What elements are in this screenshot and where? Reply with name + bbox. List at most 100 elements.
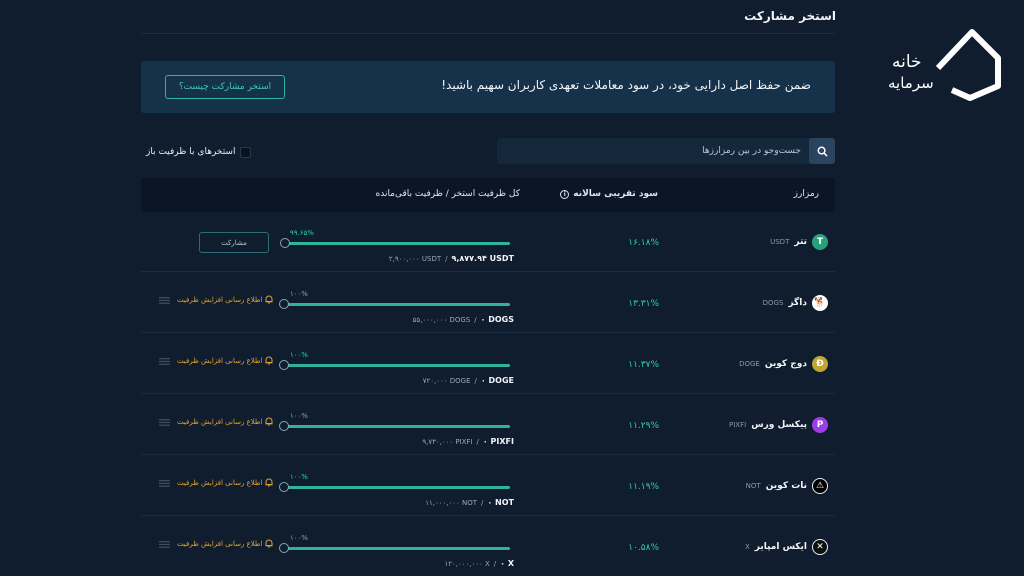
capacity-bar-knob xyxy=(279,543,289,553)
notify-capacity-label: اطلاع رسانی افزایش ظرفیت xyxy=(177,478,263,487)
capacity-percent: ۱۰۰% xyxy=(290,290,308,298)
coin-cell: T تتر USDT xyxy=(770,234,828,250)
capacity-separator: / xyxy=(474,377,477,385)
apy-value: ۱۶.۱۸% xyxy=(628,238,659,248)
table-row: T تتر USDT ۱۶.۱۸% ۹۹.۶۵% ۲,۹۰۰,۰۰۰ USDT … xyxy=(141,212,835,272)
notify-capacity-link[interactable]: اطلاع رسانی افزایش ظرفیت xyxy=(177,295,273,304)
coin-icon: ⚠ xyxy=(812,478,828,494)
apy-value: ۱۰.۵۸% xyxy=(628,543,659,553)
capacity-text: ۱۲۰,۰۰۰,۰۰۰ X / ۰ X xyxy=(444,559,514,568)
what-is-pool-button[interactable]: استخر مشارکت چیست؟ xyxy=(165,75,285,99)
capacity-cell: ۱۰۰% ۹,۷۳۰,۰۰۰ PIXFI / ۰ PIXFI xyxy=(278,395,514,455)
logo-text-line2: سرمایه xyxy=(888,74,934,92)
search-bar xyxy=(497,138,835,164)
coin-name: داگز xyxy=(788,298,807,308)
coin-icon: Ð xyxy=(812,356,828,372)
search-input[interactable] xyxy=(497,138,809,164)
table-row: P پیکسل ورس PIXFI ۱۱.۲۹% ۱۰۰% ۹,۷۳۰,۰۰۰ … xyxy=(141,395,835,455)
capacity-separator: / xyxy=(481,499,484,507)
page-title: استخر مشارکت xyxy=(744,9,836,23)
header-capacity: کل ظرفیت استخر / ظرفیت باقی‌مانده xyxy=(375,189,521,199)
search-icon xyxy=(817,146,828,157)
notify-capacity-link[interactable]: اطلاع رسانی افزایش ظرفیت xyxy=(177,478,273,487)
list-icon xyxy=(159,541,170,548)
coin-cell: 🐕 داگز DOGS xyxy=(763,295,828,311)
info-icon[interactable]: i xyxy=(560,189,570,199)
notify-capacity-label: اطلاع رسانی افزایش ظرفیت xyxy=(177,539,263,548)
capacity-total: ۱۲۰,۰۰۰,۰۰۰ X xyxy=(444,560,490,568)
capacity-bar xyxy=(284,364,510,367)
coin-cell: Ð دوج کوین DOGE xyxy=(739,356,828,372)
capacity-percent: ۱۰۰% xyxy=(290,473,308,481)
table-row: 🐕 داگز DOGS ۱۳.۳۱% ۱۰۰% ۵۵,۰۰۰,۰۰۰ DOGS … xyxy=(141,273,835,333)
capacity-total: ۲,۹۰۰,۰۰۰ USDT xyxy=(388,255,442,263)
coin-cell: ✕ ایکس امپایر X xyxy=(745,539,828,555)
brand-logo: خانه سرمایه xyxy=(886,28,1002,102)
capacity-bar xyxy=(284,486,510,489)
capacity-remaining: ۰ NOT xyxy=(487,498,514,507)
bell-icon xyxy=(265,417,273,426)
coin-name: ایکس امپایر xyxy=(754,542,807,552)
table-header: رمزارز سود تقریبی سالانه i کل ظرفیت استخ… xyxy=(141,178,835,212)
coin-symbol: X xyxy=(744,543,750,551)
table-row: ⚠ نات کوین NOT ۱۱.۱۹% ۱۰۰% ۱۱,۰۰۰,۰۰۰ NO… xyxy=(141,456,835,516)
notify-capacity-label: اطلاع رسانی افزایش ظرفیت xyxy=(177,295,263,304)
coin-name: پیکسل ورس xyxy=(751,420,807,430)
capacity-total: ۹,۷۳۰,۰۰۰ PIXFI xyxy=(422,438,473,446)
bell-icon xyxy=(265,295,273,304)
apy-value: ۱۱.۳۷% xyxy=(628,360,659,370)
banner-text: ضمن حفظ اصل دارایی خود، در سود معاملات ت… xyxy=(441,78,811,92)
apy-value: ۱۱.۲۹% xyxy=(628,421,659,431)
coin-symbol: NOT xyxy=(745,482,761,490)
header-coin: رمزارز xyxy=(793,189,819,199)
capacity-percent: ۱۰۰% xyxy=(290,534,308,542)
capacity-bar-knob xyxy=(279,482,289,492)
capacity-percent: ۱۰۰% xyxy=(290,351,308,359)
title-divider xyxy=(141,33,835,34)
apy-value: ۱۳.۳۱% xyxy=(628,299,659,309)
notify-capacity-link[interactable]: اطلاع رسانی افزایش ظرفیت xyxy=(177,539,273,548)
participate-button[interactable]: مشارکت xyxy=(199,232,269,253)
coin-name: نات کوین xyxy=(765,481,807,491)
search-button[interactable] xyxy=(809,138,835,164)
notify-capacity-label: اطلاع رسانی افزایش ظرفیت xyxy=(177,356,263,365)
capacity-remaining: ۰ X xyxy=(500,559,514,568)
notify-capacity-link[interactable]: اطلاع رسانی افزایش ظرفیت xyxy=(177,417,273,426)
capacity-cell: ۱۰۰% ۵۵,۰۰۰,۰۰۰ DOGS / ۰ DOGS xyxy=(278,273,514,333)
open-capacity-label: استخرهای با ظرفیت باز xyxy=(146,147,236,157)
bell-icon xyxy=(265,539,273,548)
capacity-text: ۹,۷۳۰,۰۰۰ PIXFI / ۰ PIXFI xyxy=(422,437,514,446)
coin-name: دوج کوین xyxy=(764,359,807,369)
capacity-cell: ۱۰۰% ۱۱,۰۰۰,۰۰۰ NOT / ۰ NOT xyxy=(278,456,514,516)
capacity-total: ۷۲۰,۰۰۰ DOGE xyxy=(422,377,471,385)
notify-capacity-label: اطلاع رسانی افزایش ظرفیت xyxy=(177,417,263,426)
open-capacity-checkbox[interactable] xyxy=(240,146,252,158)
capacity-text: ۵۵,۰۰۰,۰۰۰ DOGS / ۰ DOGS xyxy=(413,315,514,324)
header-apy-label: سود تقریبی سالانه xyxy=(573,189,658,199)
capacity-cell: ۱۰۰% ۱۲۰,۰۰۰,۰۰۰ X / ۰ X xyxy=(278,517,514,576)
capacity-bar-knob xyxy=(279,299,289,309)
capacity-separator: / xyxy=(493,560,497,568)
header-apy: سود تقریبی سالانه i xyxy=(560,189,658,199)
coin-icon: P xyxy=(812,417,828,433)
capacity-percent: ۹۹.۶۵% xyxy=(290,229,314,237)
coin-symbol: DOGE xyxy=(739,360,760,368)
capacity-bar-knob xyxy=(279,421,289,431)
coin-cell: P پیکسل ورس PIXFI xyxy=(729,417,828,433)
capacity-total: ۱۱,۰۰۰,۰۰۰ NOT xyxy=(425,499,478,507)
open-capacity-filter[interactable]: استخرهای با ظرفیت باز xyxy=(146,145,252,159)
bell-icon xyxy=(265,356,273,365)
notify-capacity-link[interactable]: اطلاع رسانی افزایش ظرفیت xyxy=(177,356,273,365)
capacity-remaining: ۰ DOGE xyxy=(480,376,514,385)
coin-symbol: USDT xyxy=(770,238,790,246)
capacity-text: ۲,۹۰۰,۰۰۰ USDT / ۹,۸۷۷.۹۴ USDT xyxy=(389,254,514,263)
capacity-cell: ۹۹.۶۵% ۲,۹۰۰,۰۰۰ USDT / ۹,۸۷۷.۹۴ USDT xyxy=(278,212,514,272)
coin-cell: ⚠ نات کوین NOT xyxy=(746,478,828,494)
info-banner: ضمن حفظ اصل دارایی خود، در سود معاملات ت… xyxy=(141,61,835,113)
list-icon xyxy=(159,480,170,487)
capacity-percent: ۱۰۰% xyxy=(290,412,308,420)
capacity-bar-knob xyxy=(279,360,289,370)
capacity-separator: / xyxy=(474,316,477,324)
bell-icon xyxy=(265,478,273,487)
list-icon xyxy=(159,358,170,365)
